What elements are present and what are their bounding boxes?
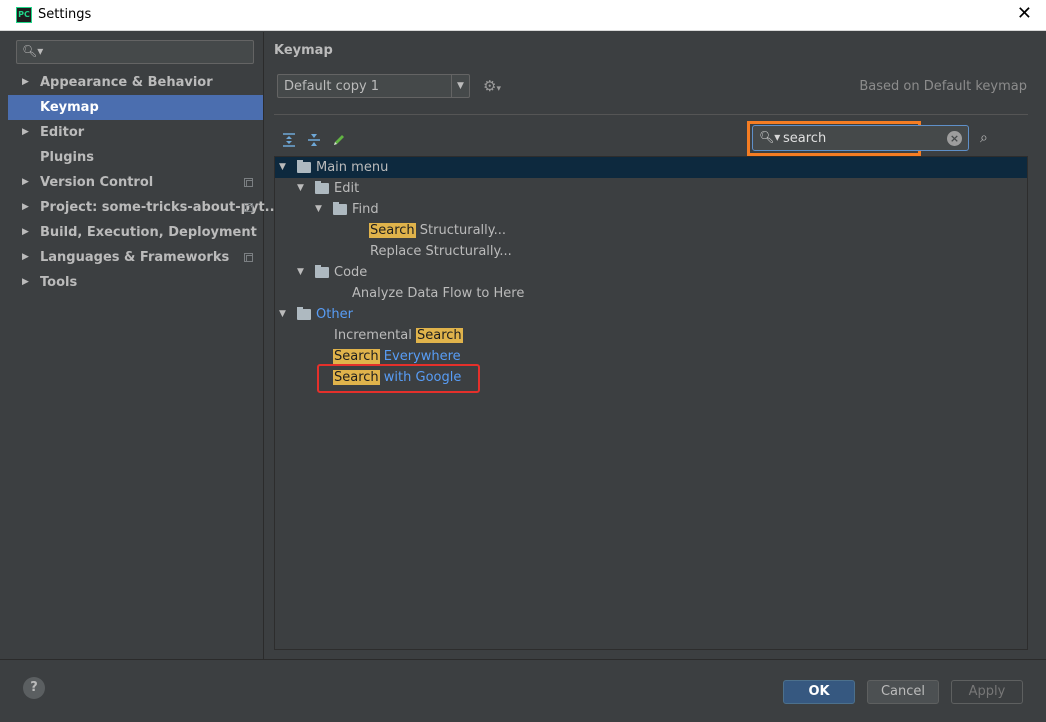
find-by-shortcut-icon[interactable]: ⌕ [980,130,988,146]
sidebar-item-label: Languages & Frameworks [40,250,230,265]
keymap-select-value: Default copy 1 [284,79,380,94]
chevron-down-icon[interactable]: ▼ [451,75,469,97]
sidebar-item-label: Appearance & Behavior [40,75,213,90]
keymap-search-input[interactable]: 🔍︎▾ search × [752,125,969,151]
expand-all-icon[interactable] [281,132,297,148]
search-highlight: Search [416,328,463,343]
tree-row-main-menu[interactable]: ▼ Main menu [275,157,1027,178]
tree-row-edit[interactable]: ▼ Edit [275,178,1027,199]
sidebar-item-build[interactable]: ▶ Build, Execution, Deployment [8,220,263,245]
settings-window: PC Settings ✕ 🔍︎▾ ▶ Appearance & Behavio… [0,0,1046,722]
tree-row-label: Edit [334,181,360,196]
sidebar-item-version-control[interactable]: ▶ Version Control [8,170,263,195]
tree-row-rest: Structurally... [415,223,506,238]
tree-row-label: Replace Structurally... [370,244,512,259]
expand-arrow-icon: ▼ [315,204,322,214]
sidebar-item-label: Editor [40,125,85,140]
tree-row-label: Code [334,265,368,280]
tree-row-code[interactable]: ▼ Code [275,262,1027,283]
dialog-footer: ? OK Cancel Apply [0,659,1046,722]
search-icon: 🔍︎▾ [22,44,44,58]
result-annotation-box [317,364,480,393]
expand-arrow-icon: ▶ [22,227,29,237]
project-scope-icon [244,178,253,187]
cancel-button[interactable]: Cancel [867,680,939,704]
tree-row-replace-structurally[interactable]: Replace Structurally... [275,241,1027,262]
expand-arrow-icon: ▶ [22,252,29,262]
based-on-label: Based on Default keymap [859,79,1027,94]
sidebar-item-label: Plugins [40,150,94,165]
expand-arrow-icon: ▼ [297,267,304,277]
expand-arrow-icon: ▼ [297,183,304,193]
folder-icon [333,202,347,215]
tree-row-find[interactable]: ▼ Find [275,199,1027,220]
sidebar-item-label: Keymap [40,100,99,115]
tree-row-incremental-search[interactable]: Incremental Search [275,325,1027,346]
sidebar-item-keymap[interactable]: Keymap [8,95,263,120]
sidebar-item-label: Tools [40,275,78,290]
keymap-search-value: search [783,131,827,146]
keymap-panel: Keymap Default copy 1 ▼ ⚙▾ Based on Defa… [264,32,1046,659]
window-title: Settings [38,7,92,22]
expand-arrow-icon: ▶ [22,77,29,87]
tree-row-label: Incremental Search [334,325,463,346]
keymap-select[interactable]: Default copy 1 ▼ [277,74,470,98]
tree-row-label: Main menu [316,160,389,175]
expand-arrow-icon: ▶ [22,202,29,212]
close-icon[interactable]: ✕ [1017,4,1032,24]
folder-icon [315,265,329,278]
divider [274,114,1028,115]
clear-icon[interactable]: × [947,131,962,146]
collapse-all-icon[interactable] [306,132,322,148]
search-icon: 🔍︎▾ [759,130,781,144]
expand-arrow-icon: ▶ [22,177,29,187]
tree-row-search-structurally[interactable]: Search Structurally... [275,220,1027,241]
keymap-tree: ▼ Main menu ▼ Edit ▼ Find Search Structu… [274,156,1028,650]
search-highlight: Search [333,349,380,364]
tree-row-label: Find [352,202,379,217]
tree-row-other[interactable]: ▼ Other [275,304,1027,325]
sidebar-item-label: Build, Execution, Deployment [40,225,257,240]
pycharm-icon: PC [16,7,32,23]
sidebar-item-label: Version Control [40,175,154,190]
tree-row-label: Search Structurally... [369,220,506,241]
expand-arrow-icon: ▶ [22,277,29,287]
expand-arrow-icon: ▼ [279,309,286,319]
edit-shortcut-icon[interactable] [331,132,347,148]
tree-row-prefix: Incremental [334,328,416,343]
sidebar-item-tools[interactable]: ▶ Tools [8,270,263,295]
expand-arrow-icon: ▶ [22,127,29,137]
gear-icon[interactable]: ⚙▾ [483,77,501,95]
tree-row-rest: Everywhere [379,349,461,364]
apply-button[interactable]: Apply [951,680,1023,704]
folder-icon [315,181,329,194]
sidebar-search-input[interactable]: 🔍︎▾ [16,40,254,64]
sidebar-item-languages[interactable]: ▶ Languages & Frameworks [8,245,263,270]
expand-arrow-icon: ▼ [279,162,286,172]
title-bar: PC Settings ✕ [0,0,1046,31]
sidebar-item-appearance[interactable]: ▶ Appearance & Behavior [8,70,263,95]
settings-sidebar: 🔍︎▾ ▶ Appearance & Behavior Keymap ▶ Edi… [8,32,279,659]
sidebar-item-plugins[interactable]: Plugins [8,145,263,170]
page-title: Keymap [274,43,333,58]
sidebar-item-editor[interactable]: ▶ Editor [8,120,263,145]
project-scope-icon [244,203,253,212]
help-icon[interactable]: ? [23,677,45,699]
folder-icon [297,160,311,173]
project-scope-icon [244,253,253,262]
ok-button[interactable]: OK [783,680,855,704]
sidebar-item-project[interactable]: ▶ Project: some-tricks-about-pyt... [8,195,279,220]
tree-row-analyze-data-flow[interactable]: Analyze Data Flow to Here [275,283,1027,304]
search-highlight: Search [369,223,416,238]
tree-row-label: Analyze Data Flow to Here [352,286,525,301]
tree-row-label: Other [316,307,353,322]
folder-icon [297,307,311,320]
